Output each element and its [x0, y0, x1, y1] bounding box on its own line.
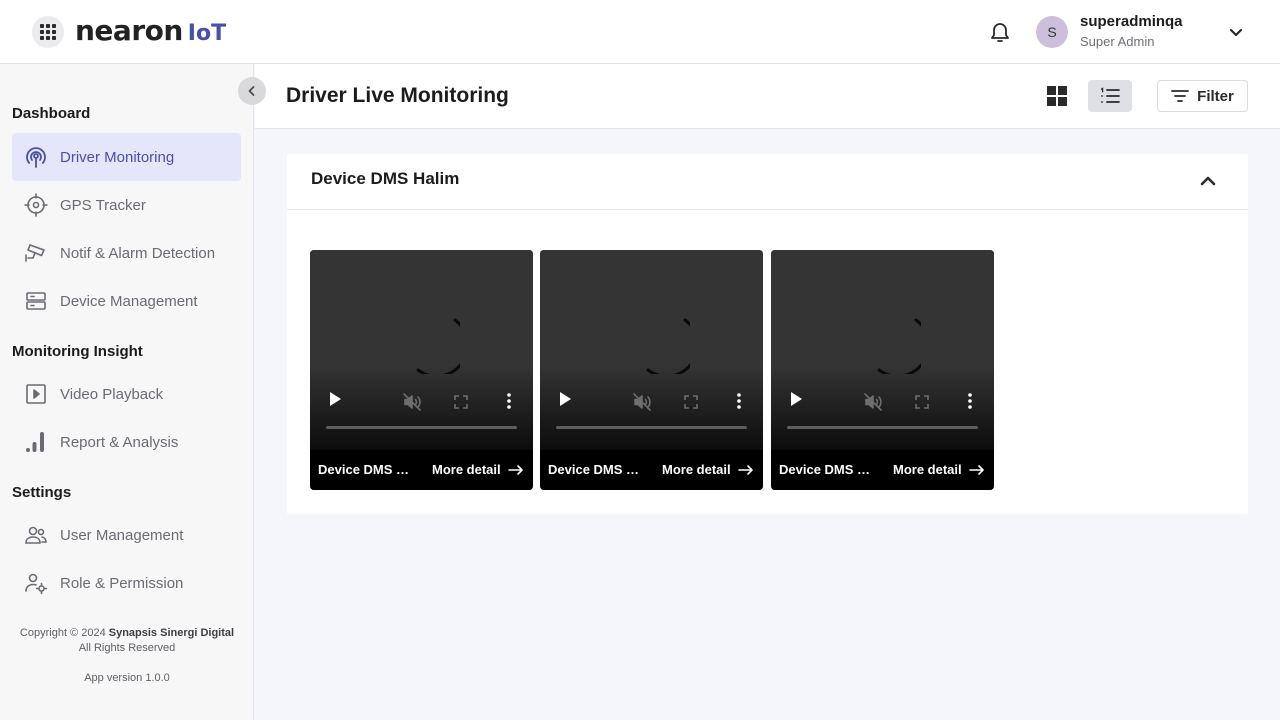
filter-icon: [1171, 90, 1190, 102]
sidebar-item-gps-tracker[interactable]: GPS Tracker: [12, 181, 241, 229]
sidebar-item-label: Device Management: [60, 292, 198, 310]
video-screen[interactable]: [540, 250, 763, 450]
page-title: Driver Live Monitoring: [286, 84, 509, 107]
device-group-header[interactable]: Device DMS Halim: [287, 154, 1248, 210]
video-player[interactable]: Device DMS Halim More detail: [310, 250, 533, 490]
cctv-icon: [24, 241, 48, 265]
fullscreen-icon[interactable]: [913, 393, 931, 411]
crosshair-icon: [24, 193, 48, 217]
section-title-dashboard: Dashboard: [12, 105, 91, 122]
arrow-right-icon: [737, 464, 753, 475]
sidebar-item-label: Driver Monitoring: [60, 148, 175, 166]
play-square-icon: [24, 382, 48, 406]
grid-view-icon: [1047, 86, 1067, 106]
user-name[interactable]: superadminqa: [1080, 13, 1183, 30]
server-icon: [24, 289, 48, 313]
filter-button[interactable]: Filter: [1157, 80, 1248, 112]
loading-spinner-icon: [416, 318, 460, 374]
top-bar: nearon IoT S superadminqa Super Admin: [0, 0, 1280, 64]
sidebar-item-label: User Management: [60, 526, 184, 544]
video-footer: Device DMS Halim More detail: [310, 450, 533, 490]
sidebar-item-label: GPS Tracker: [60, 196, 146, 214]
video-screen[interactable]: [771, 250, 994, 450]
user-role: Super Admin: [1080, 34, 1155, 49]
apps-grid-icon: [40, 24, 56, 40]
antenna-icon: [24, 145, 48, 169]
mute-icon[interactable]: [863, 392, 883, 412]
sidebar-item-role-permission[interactable]: Role & Permission: [12, 559, 241, 607]
video-player[interactable]: Device DMS Halim More detail: [540, 250, 763, 490]
device-group-card: Device DMS Halim Device DMS Halim: [287, 154, 1248, 514]
filter-label: Filter: [1197, 87, 1234, 105]
list-view-icon: [1100, 87, 1120, 103]
video-device-name: Device DMS Halim: [318, 462, 412, 477]
more-detail-link[interactable]: More detail: [432, 462, 524, 477]
user-avatar[interactable]: S: [1036, 16, 1068, 48]
video-device-name: Device DMS Halim: [548, 462, 642, 477]
chevron-left-icon: [248, 86, 255, 96]
device-group-title: Device DMS Halim: [311, 169, 460, 188]
chevron-down-icon[interactable]: [1226, 22, 1246, 42]
apps-grid-button[interactable]: [32, 16, 64, 48]
page-header: Driver Live Monitoring Filter: [255, 64, 1280, 129]
video-footer: Device DMS Halim More detail: [540, 450, 763, 490]
video-player[interactable]: Device DMS Halim More detail: [771, 250, 994, 490]
more-detail-label: More detail: [432, 462, 501, 477]
users-icon: [24, 523, 48, 547]
logo-suffix: IoT: [187, 21, 227, 46]
copyright-rights: All Rights Reserved: [78, 642, 176, 654]
bar-chart-icon: [24, 430, 48, 454]
sidebar-item-device-management[interactable]: Device Management: [12, 277, 241, 325]
sidebar-collapse-button[interactable]: [238, 77, 266, 105]
sidebar-item-report-analysis[interactable]: Report & Analysis: [12, 418, 241, 466]
mute-icon[interactable]: [632, 392, 652, 412]
video-footer: Device DMS Halim More detail: [771, 450, 994, 490]
video-progress-bar[interactable]: [787, 426, 978, 429]
video-progress-bar[interactable]: [326, 426, 517, 429]
more-options-icon[interactable]: [961, 391, 979, 411]
sidebar-item-label: Video Playback: [60, 385, 164, 403]
more-detail-link[interactable]: More detail: [893, 462, 985, 477]
list-view-button[interactable]: [1088, 80, 1132, 112]
sidebar-item-user-management[interactable]: User Management: [12, 511, 241, 559]
app-version: App version 1.0.0: [84, 672, 170, 684]
logo-text: nearon: [75, 14, 183, 47]
app-logo[interactable]: nearon IoT: [75, 14, 226, 50]
more-detail-label: More detail: [662, 462, 731, 477]
chevron-up-icon[interactable]: [1197, 170, 1219, 192]
fullscreen-icon[interactable]: [682, 393, 700, 411]
notification-bell-icon[interactable]: [988, 20, 1012, 44]
user-gear-icon: [24, 571, 48, 595]
arrow-right-icon: [507, 464, 523, 475]
copyright-company: Synapsis Sinergi Digital: [108, 627, 235, 639]
more-options-icon[interactable]: [730, 391, 748, 411]
sidebar-item-label: Notif & Alarm Detection: [60, 244, 216, 262]
arrow-right-icon: [968, 464, 984, 475]
more-detail-label: More detail: [893, 462, 962, 477]
section-title-monitoring-insight: Monitoring Insight: [12, 343, 143, 360]
play-icon[interactable]: [326, 390, 344, 408]
sidebar-item-notif-alarm[interactable]: Notif & Alarm Detection: [12, 229, 241, 277]
fullscreen-icon[interactable]: [452, 393, 470, 411]
video-progress-bar[interactable]: [556, 426, 747, 429]
sidebar: Dashboard Driver Monitoring GPS Tracker …: [0, 64, 254, 720]
more-options-icon[interactable]: [500, 391, 518, 411]
loading-spinner-icon: [646, 318, 690, 374]
sidebar-item-label: Report & Analysis: [60, 433, 179, 451]
video-device-name: Device DMS Halim: [779, 462, 873, 477]
copyright-text: Copyright © 2024 Synapsis Sinergi Digita…: [0, 626, 254, 656]
play-icon[interactable]: [556, 390, 574, 408]
sidebar-item-label: Role & Permission: [60, 574, 184, 592]
video-screen[interactable]: [310, 250, 533, 450]
more-detail-link[interactable]: More detail: [662, 462, 754, 477]
sidebar-item-video-playback[interactable]: Video Playback: [12, 370, 241, 418]
play-icon[interactable]: [787, 390, 805, 408]
mute-icon[interactable]: [402, 392, 422, 412]
copyright-prefix: Copyright © 2024: [19, 627, 106, 639]
loading-spinner-icon: [877, 318, 921, 374]
grid-view-button[interactable]: [1035, 80, 1079, 112]
section-title-settings: Settings: [12, 484, 72, 501]
sidebar-item-driver-monitoring[interactable]: Driver Monitoring: [12, 133, 241, 181]
